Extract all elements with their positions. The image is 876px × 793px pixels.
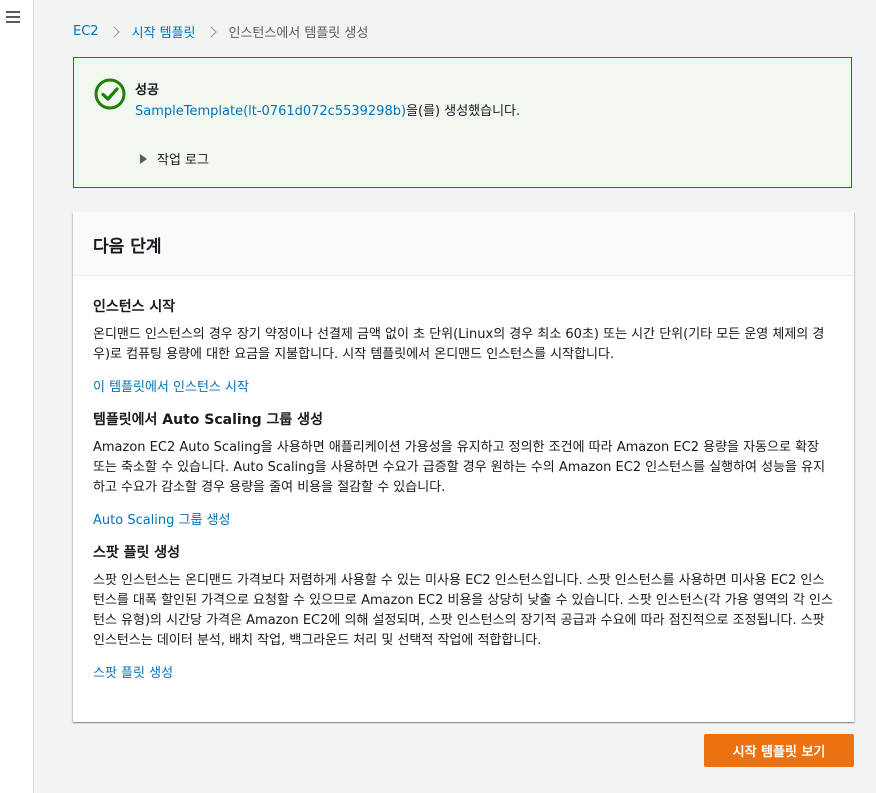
section-description: Amazon EC2 Auto Scaling을 사용하면 애플리케이션 가용성… <box>93 440 826 495</box>
breadcrumb-ec2[interactable]: EC2 <box>73 24 99 39</box>
launch-instance-link[interactable]: 이 템플릿에서 인스턴스 시작 <box>93 376 249 395</box>
flash-message: SampleTemplate(lt-0761d072c5539298b)을(를)… <box>135 100 520 119</box>
section-title: 스팟 플릿 생성 <box>93 545 181 561</box>
success-flash-message: 성공 SampleTemplate(lt-0761d072c5539298b)을… <box>73 57 852 188</box>
breadcrumb-chevron-icon <box>107 25 120 38</box>
panel-title: 다음 단계 <box>73 212 854 276</box>
main-content: EC2 시작 템플릿 인스턴스에서 템플릿 생성 성공 SampleTempla… <box>34 0 876 793</box>
flash-message-suffix: 을(를) 생성했습니다. <box>406 104 521 119</box>
view-launch-templates-button[interactable]: 시작 템플릿 보기 <box>704 734 854 767</box>
worklog-label: 작업 로그 <box>157 153 209 168</box>
breadcrumb-current: 인스턴스에서 템플릿 생성 <box>228 26 369 41</box>
section-description: 스팟 인스턴스는 온디맨드 가격보다 저렴하게 사용할 수 있는 미사용 EC2… <box>93 573 833 648</box>
breadcrumb-chevron-icon <box>204 25 217 38</box>
section-auto-scaling: 템플릿에서 Auto Scaling 그룹 생성 Amazon EC2 Auto… <box>93 409 834 528</box>
panel-body: 인스턴스 시작 온디맨드 인스턴스의 경우 장기 약정이나 선결제 금액 없이 … <box>73 276 854 681</box>
flash-title: 성공 <box>135 83 159 98</box>
breadcrumb: EC2 시작 템플릿 인스턴스에서 템플릿 생성 <box>73 22 368 41</box>
section-launch-instance: 인스턴스 시작 온디맨드 인스턴스의 경우 장기 약정이나 선결제 금액 없이 … <box>93 296 834 395</box>
section-spot-fleet: 스팟 플릿 생성 스팟 인스턴스는 온디맨드 가격보다 저렴하게 사용할 수 있… <box>93 542 834 681</box>
section-title: 템플릿에서 Auto Scaling 그룹 생성 <box>93 412 323 428</box>
worklog-expander[interactable]: 작업 로그 <box>140 149 209 168</box>
side-navigation-strip <box>0 0 34 793</box>
breadcrumb-launch-templates[interactable]: 시작 템플릿 <box>132 22 196 41</box>
create-spot-fleet-link[interactable]: 스팟 플릿 생성 <box>93 662 173 681</box>
section-description: 온디맨드 인스턴스의 경우 장기 약정이나 선결제 금액 없이 초 단위(Lin… <box>93 327 825 362</box>
template-id-link[interactable]: SampleTemplate(lt-0761d072c5539298b) <box>135 104 406 119</box>
check-circle-icon <box>94 78 126 110</box>
hamburger-menu-icon[interactable] <box>6 11 20 23</box>
caret-right-icon <box>140 153 147 164</box>
create-auto-scaling-group-link[interactable]: Auto Scaling 그룹 생성 <box>93 509 231 528</box>
next-steps-panel: 다음 단계 인스턴스 시작 온디맨드 인스턴스의 경우 장기 약정이나 선결제 … <box>73 212 854 722</box>
section-title: 인스턴스 시작 <box>93 299 176 315</box>
